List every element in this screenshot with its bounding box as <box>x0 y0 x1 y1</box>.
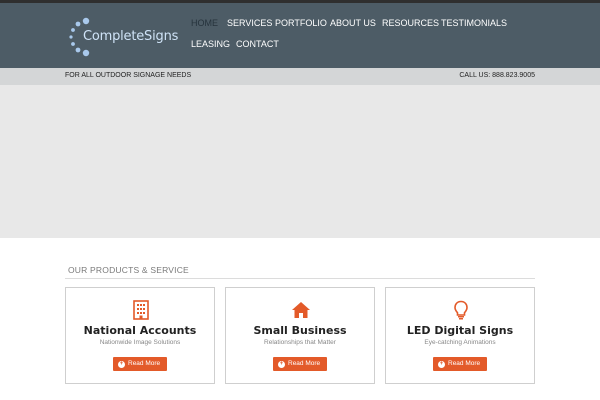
site-header: CompleteSigns HOME SERVICES PORTFOLIO AB… <box>0 3 600 68</box>
plus-circle-icon: + <box>438 360 445 368</box>
info-bar: FOR ALL OUTDOOR SIGNAGE NEEDS CALL US: 8… <box>0 68 600 85</box>
read-more-label: Read More <box>128 360 161 367</box>
read-more-label: Read More <box>448 360 481 367</box>
nav-item-contact[interactable]: CONTACT <box>236 39 279 49</box>
read-more-button[interactable]: + Read More <box>433 357 487 371</box>
read-more-button[interactable]: + Read More <box>273 357 327 371</box>
nav-item-portfolio[interactable]: PORTFOLIO <box>275 18 327 28</box>
section-divider <box>65 278 535 279</box>
nav-item-leasing[interactable]: LEASING <box>191 39 230 49</box>
read-more-button[interactable]: + Read More <box>113 357 167 371</box>
card-subtitle: Relationships that Matter <box>264 339 336 346</box>
card-title: LED Digital Signs <box>406 324 514 337</box>
nav-item-resources[interactable]: RESOURCES <box>382 18 439 28</box>
card-subtitle: Eye-catching Animations <box>424 339 496 346</box>
card-title: National Accounts <box>83 324 197 337</box>
card-subtitle: Nationwide Image Solutions <box>99 339 181 346</box>
product-card-led-digital-signs: LED Digital Signs Eye-catching Animation… <box>385 287 535 384</box>
lightbulb-icon <box>454 300 468 320</box>
plus-circle-icon: + <box>278 360 285 368</box>
section-title: OUR PRODUCTS & SERVICE <box>68 265 189 275</box>
card-title: Small Business <box>253 324 347 337</box>
building-icon <box>133 300 149 320</box>
plus-circle-icon: + <box>118 360 125 368</box>
read-more-label: Read More <box>288 360 321 367</box>
phone-number[interactable]: CALL US: 888.823.9005 <box>459 72 535 79</box>
logo-text: CompleteSigns <box>83 29 179 44</box>
product-card-small-business: Small Business Relationships that Matter… <box>225 287 375 384</box>
nav-item-testimonials[interactable]: TESTIMONIALS <box>441 18 507 28</box>
logo[interactable]: CompleteSigns <box>67 17 179 59</box>
tagline: FOR ALL OUTDOOR SIGNAGE NEEDS <box>65 72 192 79</box>
nav-item-services[interactable]: SERVICES <box>227 18 272 28</box>
nav-item-about-us[interactable]: ABOUT US <box>330 18 376 28</box>
hero-banner <box>0 85 600 238</box>
nav-item-home[interactable]: HOME <box>191 18 218 28</box>
home-icon <box>292 302 310 318</box>
product-card-national-accounts: National Accounts Nationwide Image Solut… <box>65 287 215 384</box>
